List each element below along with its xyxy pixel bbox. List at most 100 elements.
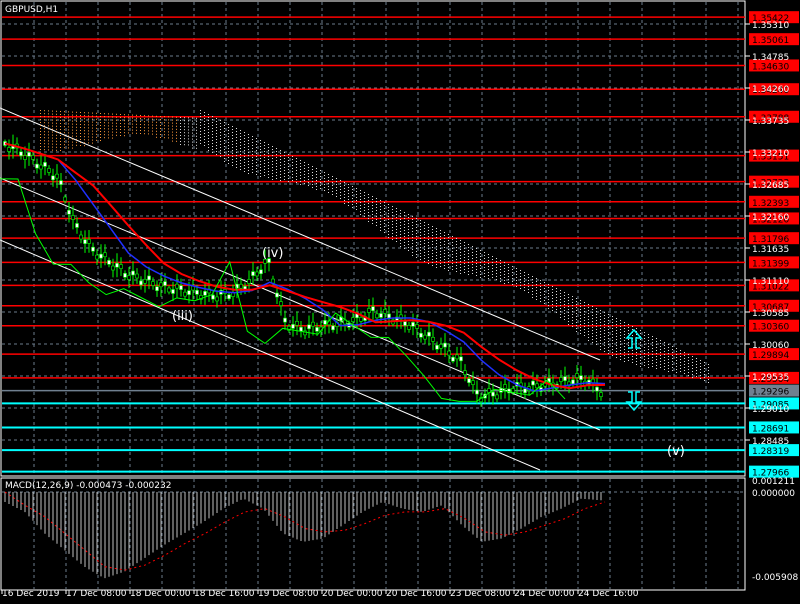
candle-body[interactable] <box>491 391 495 397</box>
candle-body[interactable] <box>463 370 467 376</box>
candle-body[interactable] <box>119 264 123 269</box>
candle-body[interactable] <box>331 325 335 331</box>
candle-body[interactable] <box>71 215 75 220</box>
candle-body[interactable] <box>203 291 207 296</box>
candle-body[interactable] <box>147 275 151 281</box>
candle-body[interactable] <box>571 379 575 385</box>
candle-body[interactable] <box>351 317 355 323</box>
candle-body[interactable] <box>299 326 303 332</box>
candle-body[interactable] <box>175 283 179 289</box>
candle-body[interactable] <box>155 286 159 291</box>
candle-body[interactable] <box>239 283 243 289</box>
candle-body[interactable] <box>55 173 59 179</box>
candle-body[interactable] <box>595 386 599 392</box>
candle-body[interactable] <box>387 313 391 319</box>
candle-body[interactable] <box>403 321 407 326</box>
candle-body[interactable] <box>411 322 415 327</box>
candle-body[interactable] <box>183 291 187 297</box>
candle-body[interactable] <box>415 324 419 329</box>
candle-body[interactable] <box>247 279 251 284</box>
candle-body[interactable] <box>315 327 319 332</box>
candle-body[interactable] <box>307 324 311 330</box>
candle-body[interactable] <box>523 388 527 394</box>
candle-body[interactable] <box>211 294 215 300</box>
candle-body[interactable] <box>475 389 479 395</box>
candle-body[interactable] <box>67 209 71 215</box>
candle-body[interactable] <box>51 175 55 181</box>
candle-body[interactable] <box>163 281 167 286</box>
candle-body[interactable] <box>123 273 127 278</box>
candle-body[interactable] <box>7 147 11 152</box>
candle-body[interactable] <box>575 373 579 378</box>
candle-body[interactable] <box>139 280 143 286</box>
candle-body[interactable] <box>467 378 471 383</box>
candle-body[interactable] <box>91 246 95 252</box>
candle-body[interactable] <box>59 180 63 185</box>
candle-body[interactable] <box>131 270 135 276</box>
candle-body[interactable] <box>455 354 459 360</box>
candle-body[interactable] <box>43 162 47 167</box>
candle-body[interactable] <box>563 376 567 381</box>
candle-body[interactable] <box>367 308 371 313</box>
candle-body[interactable] <box>167 287 171 293</box>
candle-body[interactable] <box>427 331 431 337</box>
candle-body[interactable] <box>111 265 115 271</box>
candle-body[interactable] <box>423 334 427 340</box>
chart-canvas[interactable]: 1.354221.350611.346301.342401.337881.331… <box>0 0 800 600</box>
candle-body[interactable] <box>83 239 87 244</box>
candle-body[interactable] <box>379 313 383 318</box>
candle-body[interactable] <box>39 164 43 170</box>
candle-body[interactable] <box>371 306 375 311</box>
candle-body[interactable] <box>179 285 183 290</box>
candle-body[interactable] <box>435 344 439 350</box>
candle-body[interactable] <box>599 392 603 397</box>
candle-body[interactable] <box>99 253 103 259</box>
candle-body[interactable] <box>63 196 67 202</box>
candle-body[interactable] <box>215 296 219 302</box>
candle-body[interactable] <box>535 383 539 389</box>
candle-body[interactable] <box>407 325 411 330</box>
candle-body[interactable] <box>23 155 27 160</box>
candle-body[interactable] <box>459 356 463 362</box>
candle-body[interactable] <box>443 342 447 348</box>
candle-body[interactable] <box>447 350 451 356</box>
candle-body[interactable] <box>115 262 119 268</box>
candle-body[interactable] <box>275 292 279 298</box>
candle-body[interactable] <box>311 321 315 327</box>
candle-body[interactable] <box>151 281 155 286</box>
candle-body[interactable] <box>87 239 91 244</box>
candle-body[interactable] <box>419 332 423 338</box>
candle-body[interactable] <box>143 278 147 284</box>
candle-body[interactable] <box>227 294 231 300</box>
candle-body[interactable] <box>251 271 255 276</box>
candle-body[interactable] <box>35 163 39 169</box>
candle-body[interactable] <box>375 313 379 319</box>
candle-body[interactable] <box>383 309 387 314</box>
candle-body[interactable] <box>359 317 363 322</box>
candle-body[interactable] <box>135 273 139 279</box>
candle-body[interactable] <box>259 269 263 275</box>
candle-body[interactable] <box>559 377 563 382</box>
candle-body[interactable] <box>279 301 283 306</box>
candle-body[interactable] <box>103 252 107 258</box>
candle-body[interactable] <box>27 152 31 157</box>
candle-body[interactable] <box>451 356 455 362</box>
candle-body[interactable] <box>471 380 475 385</box>
candle-body[interactable] <box>195 290 199 295</box>
candle-body[interactable] <box>95 254 99 260</box>
candle-body[interactable] <box>579 375 583 380</box>
candle-body[interactable] <box>19 151 23 157</box>
candle-body[interactable] <box>495 394 499 400</box>
candle-body[interactable] <box>127 275 131 280</box>
candle-body[interactable] <box>291 324 295 329</box>
candle-body[interactable] <box>31 155 35 160</box>
candle-body[interactable] <box>431 337 435 342</box>
candle-body[interactable] <box>295 320 299 326</box>
candle-body[interactable] <box>79 234 83 240</box>
candle-body[interactable] <box>503 384 507 389</box>
candle-body[interactable] <box>159 282 163 288</box>
candle-body[interactable] <box>187 290 191 295</box>
candle-body[interactable] <box>75 223 79 228</box>
channel-upper-line[interactable] <box>0 107 601 361</box>
candle-body[interactable] <box>255 271 259 277</box>
